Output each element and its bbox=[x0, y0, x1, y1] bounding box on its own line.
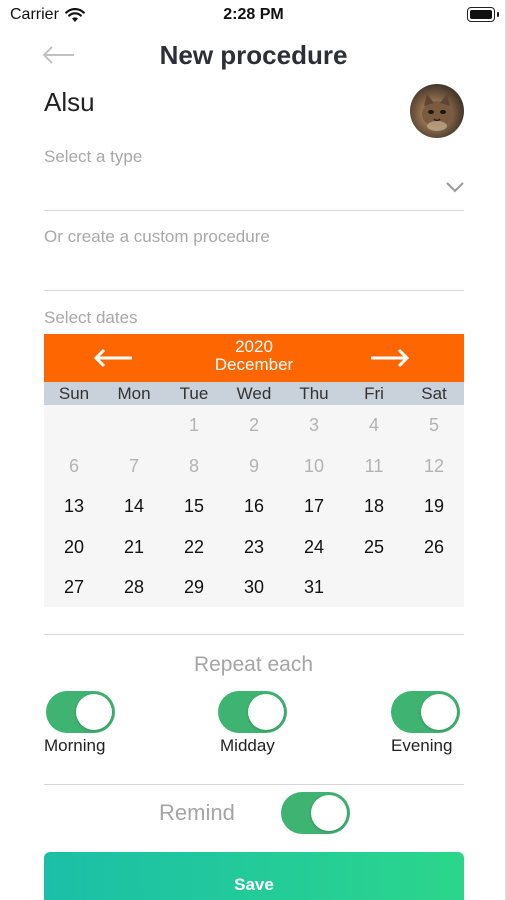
type-select[interactable]: Select a type bbox=[44, 147, 142, 167]
calendar-day: 8 bbox=[188, 455, 199, 476]
calendar-day[interactable]: 29 bbox=[164, 567, 224, 607]
calendar-day[interactable]: 14 bbox=[104, 486, 164, 526]
patient-name: Alsu bbox=[44, 87, 95, 117]
calendar-day[interactable]: 19 bbox=[404, 486, 464, 526]
weekday-label: Mon bbox=[117, 384, 151, 403]
weekday-label: Sun bbox=[58, 384, 90, 403]
divider bbox=[44, 290, 464, 291]
calendar-day: 6 bbox=[68, 455, 79, 476]
calendar-day[interactable]: 13 bbox=[44, 486, 104, 526]
arrow-right-icon bbox=[371, 348, 410, 368]
calendar-day[interactable]: 30 bbox=[224, 567, 284, 607]
avatar[interactable] bbox=[410, 84, 464, 138]
status-bar: Carrier 2:28 PM bbox=[0, 0, 507, 30]
calendar: 2020 December Sun Mon Tue Wed Thu Fri Sa… bbox=[44, 334, 464, 607]
divider bbox=[44, 210, 464, 211]
weekday-label: Tue bbox=[179, 384, 209, 403]
next-month-button[interactable] bbox=[369, 346, 411, 370]
calendar-day: 11 bbox=[364, 455, 384, 476]
calendar-day: 2 bbox=[248, 415, 259, 435]
chevron-down-icon bbox=[446, 182, 464, 193]
calendar-day: 7 bbox=[128, 455, 139, 476]
calendar-day: 4 bbox=[368, 415, 379, 435]
divider bbox=[44, 784, 464, 785]
toggle-knob bbox=[248, 694, 284, 730]
weekday-label: Fri bbox=[364, 384, 384, 403]
evening-label: Evening bbox=[391, 736, 453, 755]
weekday-label: Sat bbox=[421, 384, 447, 403]
calendar-day[interactable]: 18 bbox=[344, 486, 404, 526]
toggle-knob bbox=[421, 694, 457, 730]
calendar-day[interactable]: 24 bbox=[284, 527, 344, 567]
calendar-day[interactable]: 23 bbox=[224, 527, 284, 567]
calendar-day[interactable]: 20 bbox=[44, 527, 104, 567]
calendar-day[interactable]: 17 bbox=[284, 486, 344, 526]
weekday-label: Thu bbox=[299, 384, 329, 403]
custom-procedure-input[interactable]: Or create a custom procedure bbox=[44, 227, 270, 247]
toggle-knob bbox=[76, 694, 112, 730]
calendar-day[interactable]: 21 bbox=[104, 527, 164, 567]
calendar-day[interactable]: 31 bbox=[284, 567, 344, 607]
type-dropdown-toggle[interactable] bbox=[445, 180, 465, 194]
midday-toggle[interactable] bbox=[218, 691, 287, 733]
cat-avatar-image bbox=[422, 94, 452, 131]
repeat-label: Repeat each bbox=[193, 653, 314, 676]
page-title: New procedure bbox=[159, 40, 348, 70]
calendar-day[interactable]: 26 bbox=[404, 527, 464, 567]
calendar-day: 10 bbox=[303, 455, 325, 476]
calendar-day: 9 bbox=[248, 455, 259, 476]
calendar-day[interactable]: 25 bbox=[344, 527, 404, 567]
weekday-label: Wed bbox=[236, 384, 272, 403]
toggle-knob bbox=[311, 795, 347, 831]
morning-label: Morning bbox=[44, 736, 106, 755]
dates-label: Select dates bbox=[44, 308, 138, 327]
calendar-day[interactable]: 22 bbox=[164, 527, 224, 567]
calendar-day[interactable]: 15 bbox=[164, 486, 224, 526]
calendar-header: 2020 December bbox=[44, 334, 464, 382]
calendar-day[interactable]: 28 bbox=[104, 567, 164, 607]
calendar-day[interactable]: 16 bbox=[224, 486, 284, 526]
calendar-day: 12 bbox=[423, 455, 445, 476]
remind-label: Remind bbox=[159, 800, 235, 825]
evening-toggle[interactable] bbox=[391, 691, 460, 733]
calendar-day[interactable]: 27 bbox=[44, 567, 104, 607]
status-time: 2:28 PM bbox=[223, 6, 284, 23]
morning-toggle[interactable] bbox=[46, 691, 115, 733]
calendar-day: 1 bbox=[188, 415, 199, 435]
calendar-day: 5 bbox=[428, 415, 439, 435]
divider bbox=[44, 634, 464, 635]
midday-label: Midday bbox=[220, 736, 275, 755]
save-button[interactable]: Save bbox=[44, 852, 464, 900]
remind-toggle[interactable] bbox=[281, 792, 350, 834]
battery-icon bbox=[467, 7, 499, 22]
weekday-row: Sun Mon Tue Wed Thu Fri Sat bbox=[44, 382, 464, 405]
calendar-day: 3 bbox=[308, 415, 319, 435]
